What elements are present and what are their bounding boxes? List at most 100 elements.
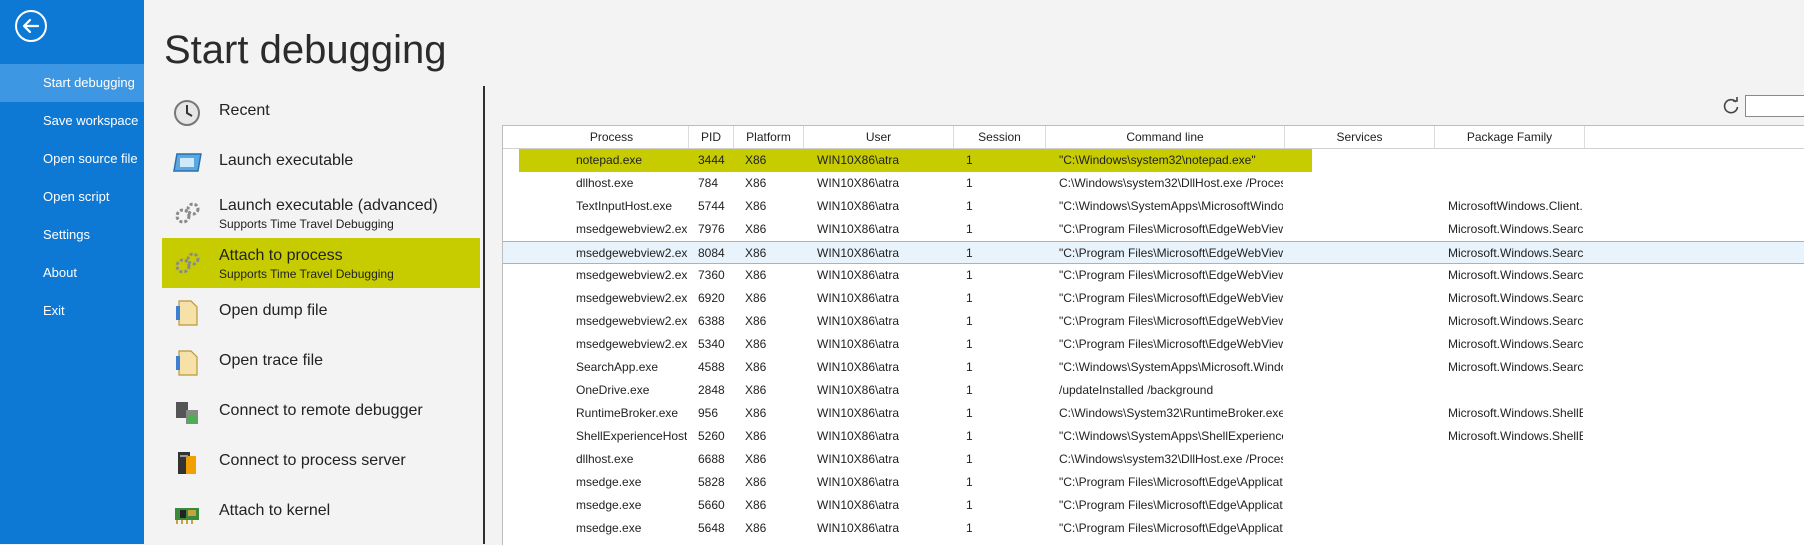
cell-command-line: C:\Windows\system32\DllHost.exe /Process	[1059, 452, 1283, 466]
option-launch-executable-advanced[interactable]: Launch executable (advanced) Supports Tim…	[162, 188, 480, 238]
table-row[interactable]: TextInputHost.exe 5744 X86 WIN10X86\atra 1 "C…	[503, 195, 1804, 218]
cell-platform: X86	[745, 521, 767, 535]
cell-user: WIN10X86\atra	[817, 360, 900, 374]
column-header-user[interactable]: User	[804, 126, 954, 148]
cell-user: WIN10X86\atra	[817, 246, 900, 260]
cell-platform: X86	[745, 291, 767, 305]
option-label: Launch executable	[219, 152, 354, 169]
cell-command-line: "C:\Program Files\Microsoft\EdgeWebView	[1059, 337, 1283, 351]
cell-services	[1285, 356, 1433, 379]
gears-icon	[172, 198, 202, 228]
table-row[interactable]: ShellExperienceHost.exe 5260 X86 WIN10X86\a…	[503, 425, 1804, 448]
cell-process: TextInputHost.exe	[576, 199, 673, 213]
cell-services	[1285, 287, 1433, 310]
column-header-process[interactable]: Process	[535, 126, 689, 148]
table-row[interactable]: msedge.exe 5660 X86 WIN10X86\atra 1 "C:\Progr…	[503, 494, 1804, 517]
cell-command-line: "C:\Windows\system32\notepad.exe"	[1059, 153, 1256, 167]
cell-platform: X86	[745, 314, 767, 328]
table-row[interactable]: OneDrive.exe 2848 X86 WIN10X86\atra 1/update…	[503, 379, 1804, 402]
column-header-services[interactable]: Services	[1285, 126, 1435, 148]
cell-services	[1285, 379, 1433, 402]
table-row[interactable]: dllhost.exe 784 X86 WIN10X86\atra 1 C:\Window…	[503, 172, 1804, 195]
column-header-pid[interactable]: PID	[689, 126, 734, 148]
cell-pid: 5828	[698, 475, 725, 489]
cell-platform: X86	[745, 199, 767, 213]
table-row[interactable]: msedgewebview2.exe 7976 X86 WIN10X86\atra 1 "…	[503, 218, 1804, 241]
cell-session: 1	[966, 222, 973, 236]
sidebar-item-open-source-file[interactable]: Open source file	[0, 140, 144, 178]
cell-process: msedgewebview2.exe	[576, 314, 687, 328]
table-row[interactable]: msedgewebview2.exe 6920 X86 WIN10X86\atra 1 "…	[503, 287, 1804, 310]
cell-services	[1285, 149, 1433, 172]
sidebar-item-save-workspace[interactable]: Save workspace	[0, 102, 144, 140]
refresh-button[interactable]	[1720, 95, 1742, 117]
window-icon	[172, 148, 202, 178]
table-row[interactable]: RuntimeBroker.exe 956 X86 WIN10X86\atra 1 C:\…	[503, 402, 1804, 425]
table-row[interactable]: msedgewebview2.exe 8084 X86 WIN10X86\atra 1 "…	[503, 241, 1804, 264]
option-label: Attach to kernel	[219, 502, 331, 519]
cell-services	[1285, 264, 1433, 287]
cell-command-line: "C:\Windows\SystemApps\MicrosoftWindo	[1059, 199, 1283, 213]
arrow-left-icon	[22, 18, 40, 34]
cell-services	[1285, 402, 1433, 425]
sidebar-item-about[interactable]: About	[0, 254, 144, 292]
option-attach-to-process[interactable]: Attach to process Supports Time Travel De…	[162, 238, 480, 288]
cell-command-line: "C:\Program Files\Microsoft\Edge\Applica…	[1059, 498, 1283, 512]
option-label: Launch executable (advanced)	[219, 197, 438, 214]
cell-services	[1285, 471, 1433, 494]
filter-input[interactable]	[1745, 95, 1804, 117]
option-connect-to-process-server[interactable]: Connect to process server	[162, 438, 480, 488]
back-button[interactable]	[15, 10, 47, 42]
network-icon	[172, 398, 202, 428]
cell-services	[1285, 517, 1433, 540]
cell-platform: X86	[745, 452, 767, 466]
cell-process: msedge.exe	[576, 521, 642, 535]
sidebar-item-open-script[interactable]: Open script	[0, 178, 144, 216]
cell-user: WIN10X86\atra	[817, 383, 900, 397]
option-recent[interactable]: Recent	[162, 88, 480, 138]
table-row[interactable]: msedge.exe 5828 X86 WIN10X86\atra 1 "C:\Progr…	[503, 471, 1804, 494]
table-row[interactable]: SearchApp.exe 4588 X86 WIN10X86\atra 1 "C:\Wi…	[503, 356, 1804, 379]
sidebar-item-settings[interactable]: Settings	[0, 216, 144, 254]
table-row[interactable]: notepad.exe 3444 X86 WIN10X86\atra 1 "C:\Wind…	[503, 149, 1804, 172]
cell-command-line: "C:\Program Files\Microsoft\Edge\Applica…	[1059, 475, 1283, 489]
option-open-dump-file[interactable]: Open dump file	[162, 288, 480, 338]
option-subtitle: Supports Time Travel Debugging	[219, 217, 394, 231]
column-header-command-line[interactable]: Command line	[1046, 126, 1285, 148]
cell-pid: 7976	[698, 222, 725, 236]
table-row[interactable]: dllhost.exe 6688 X86 WIN10X86\atra 1 C:\Windo…	[503, 448, 1804, 471]
option-launch-executable[interactable]: Launch executable	[162, 138, 480, 188]
table-row[interactable]: msedgewebview2.exe 6388 X86 WIN10X86\atra 1 "…	[503, 310, 1804, 333]
cell-pid: 5660	[698, 498, 725, 512]
table-row[interactable]: msedgewebview2.exe 7360 X86 WIN10X86\atra 1 "…	[503, 264, 1804, 287]
cell-session: 1	[966, 406, 973, 420]
cell-platform: X86	[745, 429, 767, 443]
column-header-platform[interactable]: Platform	[734, 126, 804, 148]
cell-session: 1	[966, 246, 973, 260]
sidebar-item-exit[interactable]: Exit	[0, 292, 144, 330]
process-table: Process PID Platform User Session Command lin…	[502, 125, 1804, 545]
option-connect-to-remote-debugger[interactable]: Connect to remote debugger	[162, 388, 480, 438]
cell-process: ShellExperienceHost.exe	[576, 429, 687, 443]
cell-pid: 5648	[698, 521, 725, 535]
cell-services	[1285, 195, 1433, 218]
cell-user: WIN10X86\atra	[817, 199, 900, 213]
option-attach-to-kernel[interactable]: Attach to kernel	[162, 488, 480, 538]
cell-package-family: Microsoft.Windows.Search	[1448, 268, 1583, 282]
cell-session: 1	[966, 521, 973, 535]
column-header-session[interactable]: Session	[954, 126, 1046, 148]
column-header-package-family[interactable]: Package Family	[1435, 126, 1585, 148]
table-row[interactable]: msedgewebview2.exe 5340 X86 WIN10X86\atra 1 "…	[503, 333, 1804, 356]
sidebar-item-start-debugging[interactable]: Start debugging	[0, 64, 144, 102]
cell-pid: 956	[698, 406, 719, 420]
cell-platform: X86	[745, 337, 767, 351]
option-label: Connect to process server	[219, 452, 406, 469]
cell-pid: 784	[698, 176, 719, 190]
cell-platform: X86	[745, 475, 767, 489]
cell-services	[1285, 172, 1433, 195]
option-open-trace-file[interactable]: Open trace file	[162, 338, 480, 388]
cell-command-line: "C:\Program Files\Microsoft\Edge\Applica…	[1059, 521, 1283, 535]
cell-command-line: C:\Windows\system32\DllHost.exe /Process	[1059, 176, 1283, 190]
cell-session: 1	[966, 291, 973, 305]
table-row[interactable]: msedge.exe 5648 X86 WIN10X86\atra 1 "C:\Progr…	[503, 517, 1804, 540]
